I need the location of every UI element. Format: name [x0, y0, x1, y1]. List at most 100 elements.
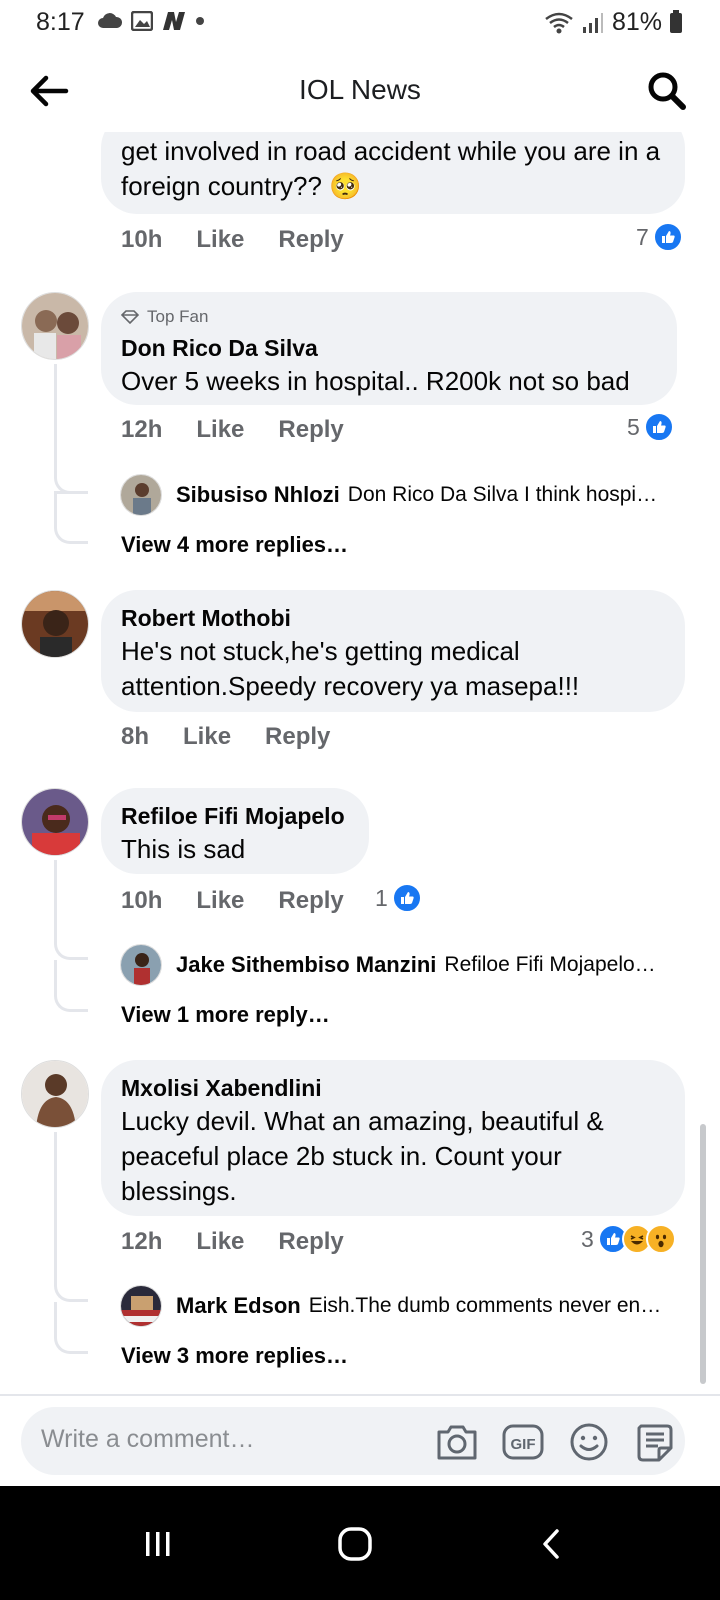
comment-actions: 12h Like Reply [121, 416, 378, 444]
comment-author[interactable]: Don Rico Da Silva [121, 332, 657, 364]
reaction-count[interactable]: 7 [636, 222, 683, 252]
comment-actions: 10h Like Reply [121, 226, 378, 254]
avatar[interactable] [21, 292, 89, 360]
reply-text: Eish.The dumb comments never en… [308, 1294, 662, 1317]
battery-percent: 81% [611, 8, 662, 36]
reply-author[interactable]: Mark Edson [176, 1293, 301, 1319]
emoji-button[interactable] [567, 1421, 611, 1463]
comment-time: 10h [121, 887, 163, 914]
thread-line [54, 1132, 88, 1302]
reaction-count[interactable]: 1 [375, 883, 422, 913]
camera-button[interactable] [435, 1421, 479, 1463]
gif-icon: GIF [502, 1424, 544, 1460]
reply-author[interactable]: Jake Sithembiso Manzini [176, 952, 436, 978]
reaction-number: 5 [627, 413, 640, 440]
comment-author[interactable]: Refiloe Fifi Mojapelo [121, 800, 349, 832]
comment-text: He's not stuck,he's getting medical atte… [121, 636, 580, 701]
reply-preview[interactable]: Sibusiso Nhlozi Don Rico Da Silva I thin… [176, 482, 686, 508]
like-button[interactable]: Like [183, 723, 231, 751]
reply-preview[interactable]: Mark Edson Eish.The dumb comments never … [176, 1293, 686, 1319]
reply-text: Don Rico Da Silva I think hospi… [347, 483, 658, 506]
thread-line [54, 494, 88, 544]
system-nav-bar [0, 1486, 720, 1600]
comment-time: 10h [121, 226, 163, 253]
app-n-icon [163, 12, 185, 30]
reaction-number: 1 [375, 884, 388, 911]
like-button[interactable]: Like [196, 416, 244, 444]
avatar[interactable] [21, 788, 89, 856]
reply-author[interactable]: Sibusiso Nhlozi [176, 482, 340, 508]
thumbs-up-icon [643, 412, 674, 442]
page-title: IOL News [299, 74, 421, 105]
comment-input[interactable]: Write a comment… [41, 1425, 254, 1454]
thumbs-up-icon [391, 883, 422, 913]
thumbs-up-icon [652, 222, 683, 252]
reply-button[interactable]: Reply [278, 416, 343, 444]
scrollbar[interactable] [700, 1124, 706, 1384]
reaction-number: 7 [636, 223, 649, 250]
home-button[interactable] [325, 1514, 385, 1574]
status-right: 81% [544, 8, 682, 37]
status-bar: 8:17 81% [0, 0, 720, 44]
like-button[interactable]: Like [196, 1228, 244, 1256]
camera-icon [437, 1425, 477, 1460]
comment-text: get involved in road accident while you … [121, 136, 661, 201]
reply-button[interactable]: Reply [278, 887, 343, 915]
sticker-button[interactable] [633, 1421, 677, 1463]
comment-bubble[interactable]: Refiloe Fifi Mojapelo This is sad [101, 788, 369, 874]
reaction-count[interactable]: 3 [581, 1224, 676, 1254]
view-more-replies[interactable]: View 3 more replies… [121, 1343, 348, 1369]
signal-icon [582, 12, 603, 33]
wow-emoji-icon [645, 1224, 676, 1254]
status-time: 8:17 [36, 8, 85, 36]
view-more-replies[interactable]: View 4 more replies… [121, 532, 348, 558]
recent-apps-icon [146, 1532, 170, 1556]
view-more-replies[interactable]: View 1 more reply… [121, 1002, 330, 1028]
reply-button[interactable]: Reply [265, 723, 330, 751]
comment-bubble[interactable]: Robert Mothobi He's not stuck,he's getti… [101, 590, 685, 712]
reaction-number: 3 [581, 1225, 594, 1252]
avatar[interactable] [21, 1060, 89, 1128]
comment-author[interactable]: Mxolisi Xabendlini [121, 1072, 665, 1104]
like-button[interactable]: Like [196, 226, 244, 254]
comment-composer[interactable]: Write a comment… GIF [21, 1407, 685, 1475]
reaction-count[interactable]: 5 [627, 412, 674, 442]
comment-text: Over 5 weeks in hospital.. R200k not so … [121, 366, 630, 396]
diamond-icon [121, 310, 139, 324]
avatar[interactable] [120, 474, 162, 516]
comment-bubble[interactable]: Mxolisi Xabendlini Lucky devil. What an … [101, 1060, 685, 1216]
comment-text: This is sad [121, 834, 246, 864]
back-nav-button[interactable] [522, 1514, 582, 1574]
avatar[interactable] [120, 1285, 162, 1327]
avatar[interactable] [120, 944, 162, 986]
thread-line [54, 860, 88, 960]
home-icon [338, 1527, 372, 1561]
gallery-icon [131, 11, 153, 31]
comment-actions: 10h Like Reply [121, 887, 378, 915]
recent-apps-button[interactable] [128, 1514, 188, 1574]
notification-icons [97, 10, 205, 32]
cloud-icon [98, 13, 123, 28]
reply-button[interactable]: Reply [278, 1228, 343, 1256]
reply-button[interactable]: Reply [278, 226, 343, 254]
thread-line [54, 462, 88, 494]
comment-time: 8h [121, 723, 150, 750]
comment-time: 12h [121, 1228, 163, 1255]
chevron-left-icon [543, 1529, 559, 1559]
top-fan-badge: Top Fan [121, 306, 657, 328]
like-button[interactable]: Like [196, 887, 244, 915]
badge-label: Top Fan [147, 307, 209, 326]
app-header: IOL News [0, 50, 720, 132]
comment-bubble[interactable]: get involved in road accident while you … [101, 132, 685, 214]
avatar[interactable] [21, 590, 89, 658]
comment-author[interactable]: Robert Mothobi [121, 602, 665, 634]
composer-tools: GIF [435, 1421, 677, 1463]
reply-preview[interactable]: Jake Sithembiso Manzini Refiloe Fifi Moj… [176, 952, 686, 978]
comment-actions: 12h Like Reply [121, 1228, 378, 1256]
search-button[interactable] [644, 68, 690, 114]
svg-text:GIF: GIF [511, 1436, 536, 1453]
comment-bubble[interactable]: Top Fan Don Rico Da Silva Over 5 weeks i… [101, 292, 677, 405]
comment-actions: 8h Like Reply [121, 723, 364, 751]
gif-button[interactable]: GIF [501, 1421, 545, 1463]
smiley-icon [570, 1423, 608, 1461]
